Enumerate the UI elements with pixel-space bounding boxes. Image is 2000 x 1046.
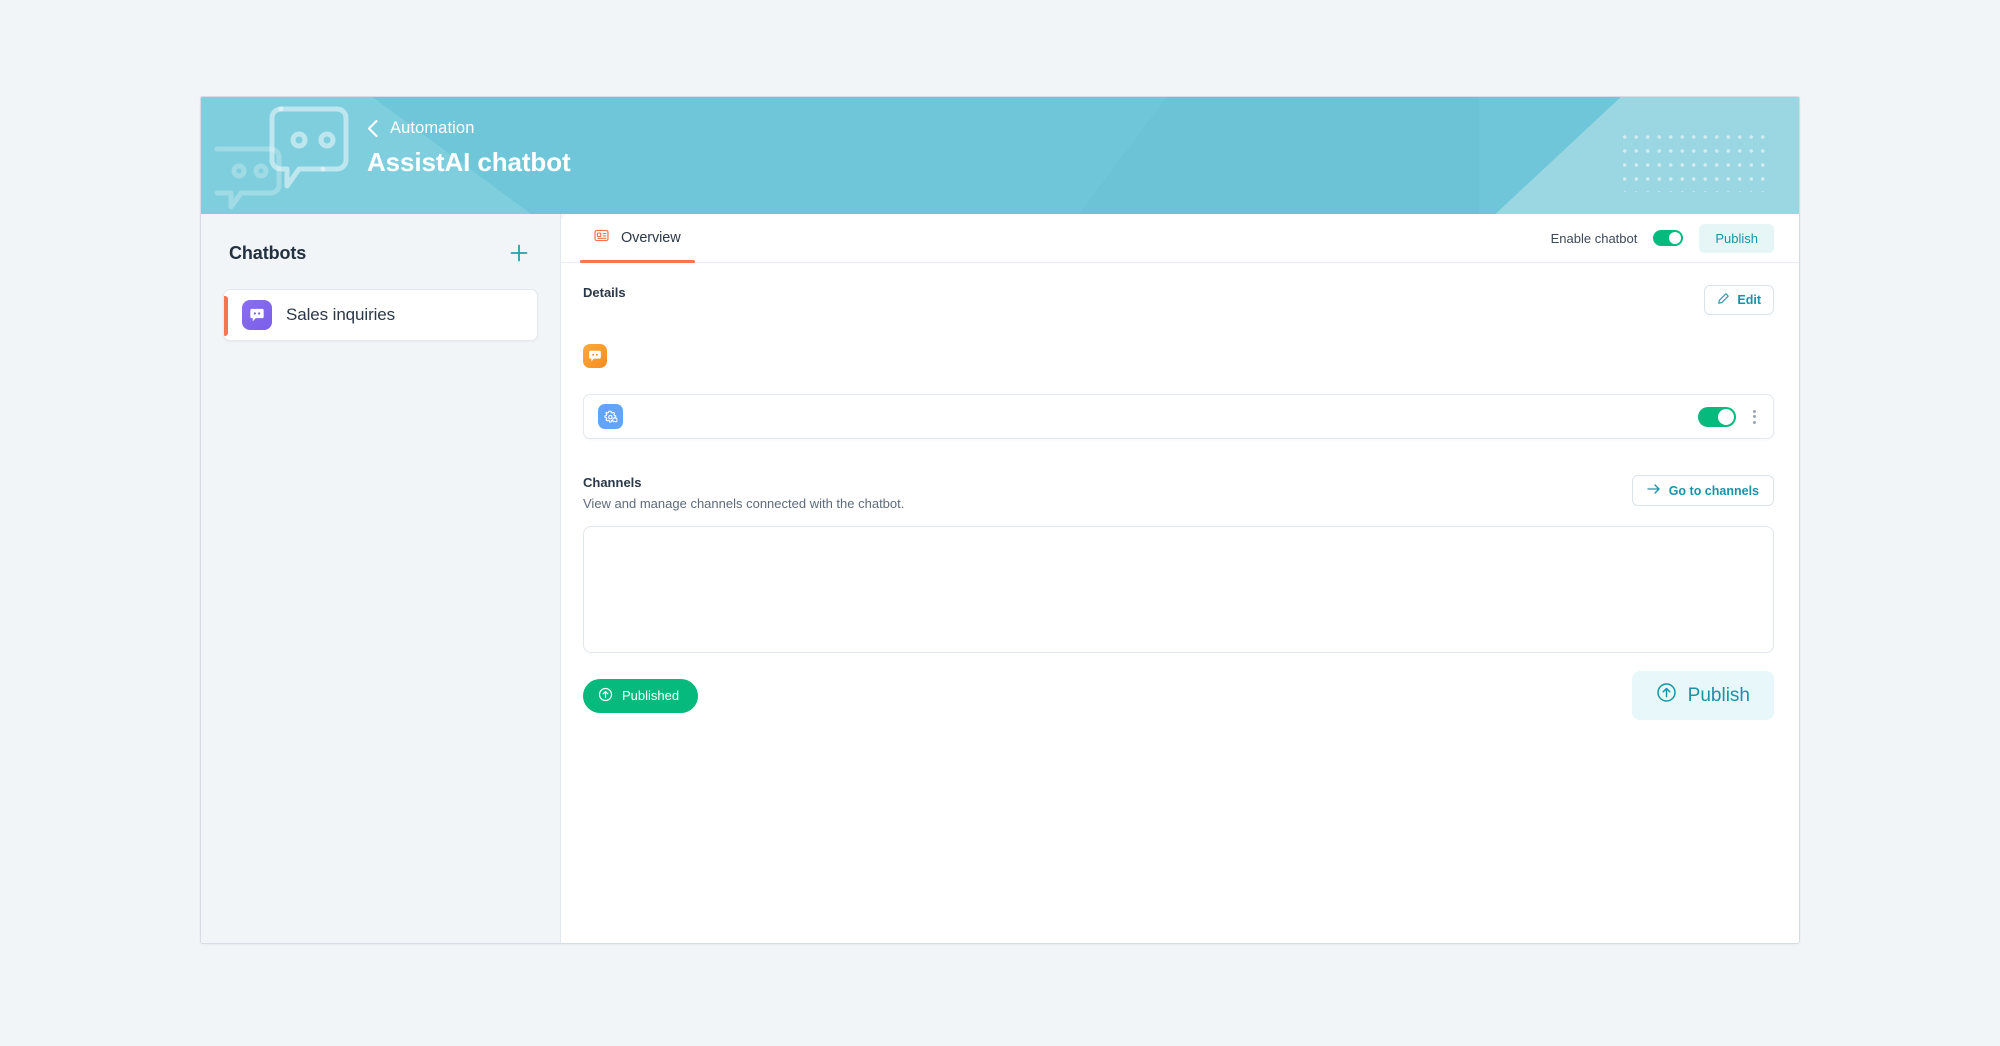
header-dot-pattern — [1619, 130, 1769, 192]
more-vertical-icon[interactable] — [1749, 406, 1760, 428]
status-badge-label: Published — [622, 688, 679, 703]
selected-accent-bar — [224, 296, 228, 336]
breadcrumb-label[interactable]: Automation — [390, 119, 474, 138]
channels-section: Channels View and manage channels connec… — [583, 475, 1774, 653]
tab-overview[interactable]: Overview — [580, 214, 695, 263]
go-to-channels-button[interactable]: Go to channels — [1632, 475, 1774, 506]
details-title: Details — [583, 285, 626, 300]
main-panel: Overview Enable chatbot Publish Details — [561, 214, 1799, 944]
add-chatbot-button[interactable] — [506, 240, 532, 266]
chat-bubble-watermark-icon — [211, 97, 381, 214]
chatbot-avatar-icon — [583, 344, 607, 368]
breadcrumb[interactable]: Automation — [366, 119, 571, 138]
chat-bubble-icon — [242, 300, 272, 330]
sidebar: Chatbots Sales inquiries — [201, 214, 561, 944]
arrow-up-circle-icon — [1656, 682, 1677, 709]
sidebar-header: Chatbots — [223, 236, 538, 266]
tab-bar: Overview Enable chatbot Publish — [561, 214, 1799, 263]
overview-card-icon — [594, 228, 609, 248]
sidebar-item-sales-inquiries[interactable]: Sales inquiries — [223, 289, 538, 341]
page-title: AssistAI chatbot — [367, 147, 571, 178]
sidebar-item-label: Sales inquiries — [286, 305, 395, 325]
channels-list-box — [583, 526, 1774, 653]
publish-button[interactable]: Publish — [1632, 671, 1774, 720]
details-section-header: Details Edit — [583, 285, 1774, 315]
publish-top-button[interactable]: Publish — [1699, 224, 1774, 253]
gear-icon — [598, 404, 623, 429]
enable-chatbot-toggle[interactable] — [1653, 230, 1683, 246]
channels-subtitle: View and manage channels connected with … — [583, 496, 904, 511]
chevron-left-icon[interactable] — [366, 119, 379, 138]
channels-title: Channels — [583, 475, 904, 490]
panel-content: Details Edit — [561, 263, 1799, 720]
pencil-icon — [1717, 292, 1730, 308]
tab-list: Overview — [580, 214, 695, 263]
details-avatar-row — [583, 344, 1774, 368]
dot — [1753, 421, 1756, 424]
edit-button-label: Edit — [1737, 293, 1761, 307]
toggle-knob — [1718, 409, 1734, 425]
tab-overview-label: Overview — [621, 230, 681, 246]
header-content: Automation AssistAI chatbot — [366, 97, 571, 178]
channels-section-header: Channels View and manage channels connec… — [583, 475, 1774, 511]
sidebar-title: Chatbots — [229, 243, 306, 264]
integration-actions — [1698, 406, 1760, 428]
header-diagonal-mid — [1079, 97, 1479, 214]
dot — [1753, 415, 1756, 418]
tab-actions: Enable chatbot Publish — [1551, 224, 1774, 253]
enable-chatbot-label: Enable chatbot — [1551, 231, 1638, 246]
go-to-channels-label: Go to channels — [1669, 484, 1759, 498]
arrow-right-icon — [1647, 483, 1661, 498]
app-window: Automation AssistAI chatbot Chatbots — [200, 96, 1800, 944]
status-badge: Published — [583, 679, 698, 713]
integration-row[interactable] — [583, 394, 1774, 439]
edit-button[interactable]: Edit — [1704, 285, 1774, 315]
integration-toggle[interactable] — [1698, 407, 1736, 427]
dot — [1753, 410, 1756, 413]
toggle-knob — [1669, 232, 1681, 244]
channels-heading-group: Channels View and manage channels connec… — [583, 475, 904, 511]
arrow-up-circle-icon — [598, 687, 613, 705]
body-area: Chatbots Sales inquiries — [201, 214, 1799, 944]
page-header: Automation AssistAI chatbot — [201, 97, 1799, 214]
publish-button-label: Publish — [1688, 685, 1750, 707]
plus-icon — [508, 242, 530, 264]
footer-row: Published Publish — [583, 671, 1774, 720]
